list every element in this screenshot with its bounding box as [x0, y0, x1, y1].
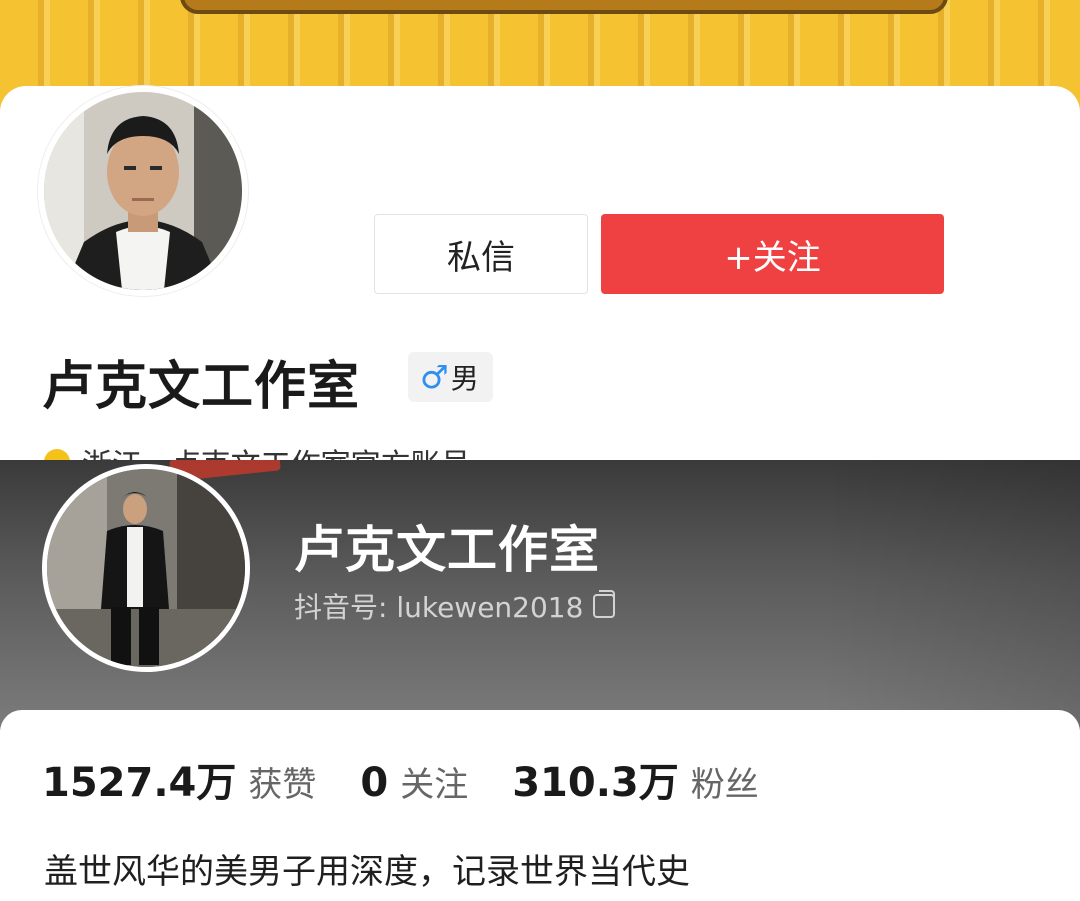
stat-likes[interactable]: 1527.4万 获赞 [42, 750, 316, 808]
verification-row: 浙江 · 卢克文工作室官方账号 [44, 440, 471, 460]
stat-label: 粉丝 [661, 453, 729, 460]
stat-label: 关注 [862, 453, 930, 460]
banner-sign-decoration [180, 0, 948, 14]
stat-following[interactable]: 195 关注 [775, 453, 930, 460]
avatar[interactable] [38, 86, 248, 296]
stat-value: 1527.4万 [42, 760, 237, 806]
stat-following[interactable]: 0 关注 [360, 757, 468, 806]
verification-text: 浙江 · 卢克文工作室官方账号 [82, 440, 471, 460]
douyin-id: 抖音号: lukewen2018 [294, 591, 584, 624]
stat-label: 粉丝 [690, 765, 759, 805]
profile-bio: 盖世风华的美男子用深度，记录世界当代史 [44, 852, 690, 892]
avatar-portrait-image [44, 92, 242, 290]
profile-stats: 1527.4万 获赞 0 关注 310.3万 粉丝 [42, 750, 759, 808]
follow-button-label: +关注 [724, 237, 821, 278]
stat-label: 关注 [400, 765, 469, 805]
stat-label: 获赞 [248, 765, 317, 805]
douyin-id-row[interactable]: 抖音号: lukewen2018 [294, 586, 616, 626]
stat-value: 310.3万 [512, 760, 679, 806]
stat-followers[interactable]: 520万 粉丝 [536, 448, 729, 460]
message-button[interactable]: 私信 [374, 214, 588, 294]
profile-name: 卢克文工作室 [294, 521, 600, 579]
gender-badge: ♂ 男 [408, 352, 493, 402]
copy-icon[interactable] [593, 590, 616, 618]
message-button-label: 私信 [447, 237, 515, 278]
profile-name: 卢克文工作室 [42, 357, 361, 417]
profile-card: 私信 +关注 卢克文工作室 ♂ 男 6988 头条 2714万 获赞 [0, 86, 1080, 460]
comparison-screenshot: 私信 +关注 卢克文工作室 ♂ 男 6988 头条 2714万 获赞 [0, 0, 1080, 901]
follow-button[interactable]: +关注 [601, 214, 944, 294]
stat-value: 0 [360, 760, 389, 806]
verified-badge-icon [44, 449, 70, 460]
avatar-portrait-image [47, 469, 245, 667]
avatar[interactable] [42, 464, 250, 672]
gender-label: 男 [450, 362, 479, 395]
male-icon: ♂ [420, 358, 449, 396]
stat-followers[interactable]: 310.3万 粉丝 [512, 750, 759, 808]
douyin-profile-panel: 卢克文工作室 抖音号: lukewen2018 1527.4万 获赞 0 关注 … [0, 460, 1080, 901]
toutiao-profile-panel: 私信 +关注 卢克文工作室 ♂ 男 6988 头条 2714万 获赞 [0, 0, 1080, 460]
stat-value: 520万 [536, 448, 653, 460]
profile-card: 1527.4万 获赞 0 关注 310.3万 粉丝 盖世风华的美男子用深度，记录… [0, 710, 1080, 901]
